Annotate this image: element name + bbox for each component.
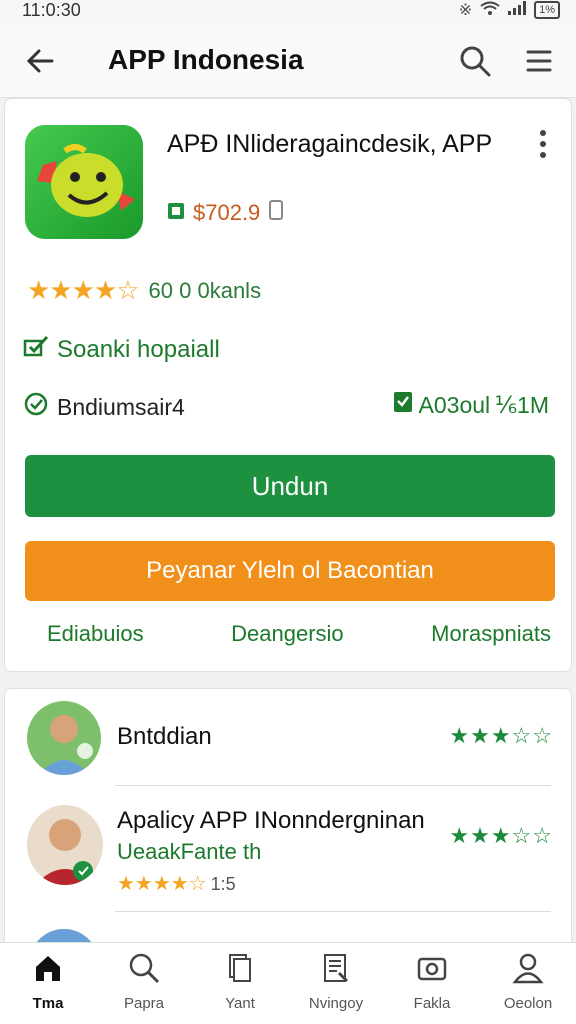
price-row: $702.9 [167,199,284,227]
search-icon[interactable] [458,44,492,78]
bottom-navigation: Tma Papra Yant Nvingoy Fakla Oeolon [0,942,576,1024]
nav-profile-label: Oeolon [503,995,553,1012]
price-tag-icon [167,200,185,226]
nav-documents-label: Yant [225,995,255,1012]
nav-camera-label: Fakla [413,995,451,1012]
meta-left: Bndiumsair4 [23,391,185,423]
verified-row: Soanki hopaiall [23,335,220,364]
user-rating-value: 1:5 [210,874,236,894]
nav-search-label: Papra [123,995,165,1012]
nav-camera[interactable]: Fakla [384,943,480,1024]
secondary-action-button[interactable]: Peyanar Yleln ol Bacontian [25,541,555,601]
status-time: 11:0:30 [22,0,81,20]
more-options-icon[interactable] [533,127,553,161]
rating-count: 60 0 0kanls [148,277,262,303]
signal-icon [508,0,527,20]
check-icon [23,335,49,364]
link-row: Ediabuios Deangersio Moraspniats [5,621,573,647]
chart-icon [324,954,349,983]
document-icon [229,954,251,982]
badge-icon [393,391,413,419]
wifi-icon [480,1,500,20]
nav-stats-label: Nvingoy [308,995,364,1012]
review-item[interactable]: Apalicy APP INonndergninan UeaakFante th… [5,805,571,895]
avatar [27,805,103,885]
back-arrow-icon[interactable] [24,44,58,78]
app-bar: APP Indonesia [0,24,576,98]
nav-home-label: Tma [32,995,64,1012]
verified-label: Soanki hopaiall [57,335,220,363]
nav-profile[interactable]: Oeolon [480,943,576,1024]
reviewer-name: Bntddian [117,723,212,750]
home-icon [36,956,60,981]
review-item[interactable]: Bntddian ★★★☆☆ [5,701,571,781]
menu-icon[interactable] [522,44,556,78]
info-icon [268,199,284,227]
link-2[interactable]: Deangersio [231,621,344,647]
search-icon [129,953,160,984]
status-bar: 11:0:30 ※ 1% [0,0,576,24]
clock-icon [23,391,49,423]
nav-documents[interactable]: Yant [192,943,288,1024]
user-rating: ★★★★☆ 1:5 [117,873,236,895]
divider [115,785,551,786]
app-icon[interactable] [25,125,143,239]
reviews-card: Bntddian ★★★☆☆ Apalicy APP INonndergnina… [4,688,572,958]
app-name: APÐ INlideragaincdesik, APP [167,130,493,158]
nav-stats[interactable]: Nvingoy [288,943,384,1024]
battery-icon: 1% [534,1,560,19]
star-rating: ★★★★☆ [27,275,140,305]
divider [115,911,551,912]
app-price: $702.9 [193,200,261,225]
review-stars: ★★★☆☆ [449,723,553,748]
reviewer-name: Apalicy APP INonndergninan [117,807,425,834]
meta-left-label: Bndiumsair4 [57,393,185,420]
review-stars: ★★★☆☆ [449,823,553,848]
nav-search[interactable]: Papra [96,943,192,1024]
status-icons: ※ 1% [459,0,560,20]
link-1[interactable]: Ediabuios [47,621,144,647]
person-icon [512,953,544,984]
rating-row: ★★★★☆ 60 0 0kanls [27,275,261,306]
nav-home[interactable]: Tma [0,943,96,1024]
page-title: APP Indonesia [108,44,304,75]
camera-icon [417,957,447,981]
avatar [27,701,101,775]
bluetooth-icon: ※ [458,2,473,19]
link-3[interactable]: Moraspniats [431,621,551,647]
reviewer-subtitle: UeaakFante th [117,839,262,864]
meta-right: A03oul ⅙1M [393,391,549,419]
meta-right-label: A03oul ⅙1M [418,391,549,418]
app-detail-card: APÐ INlideragaincdesik, APP $702.9 ★★★★☆… [4,98,572,672]
install-button[interactable]: Undun [25,455,555,517]
